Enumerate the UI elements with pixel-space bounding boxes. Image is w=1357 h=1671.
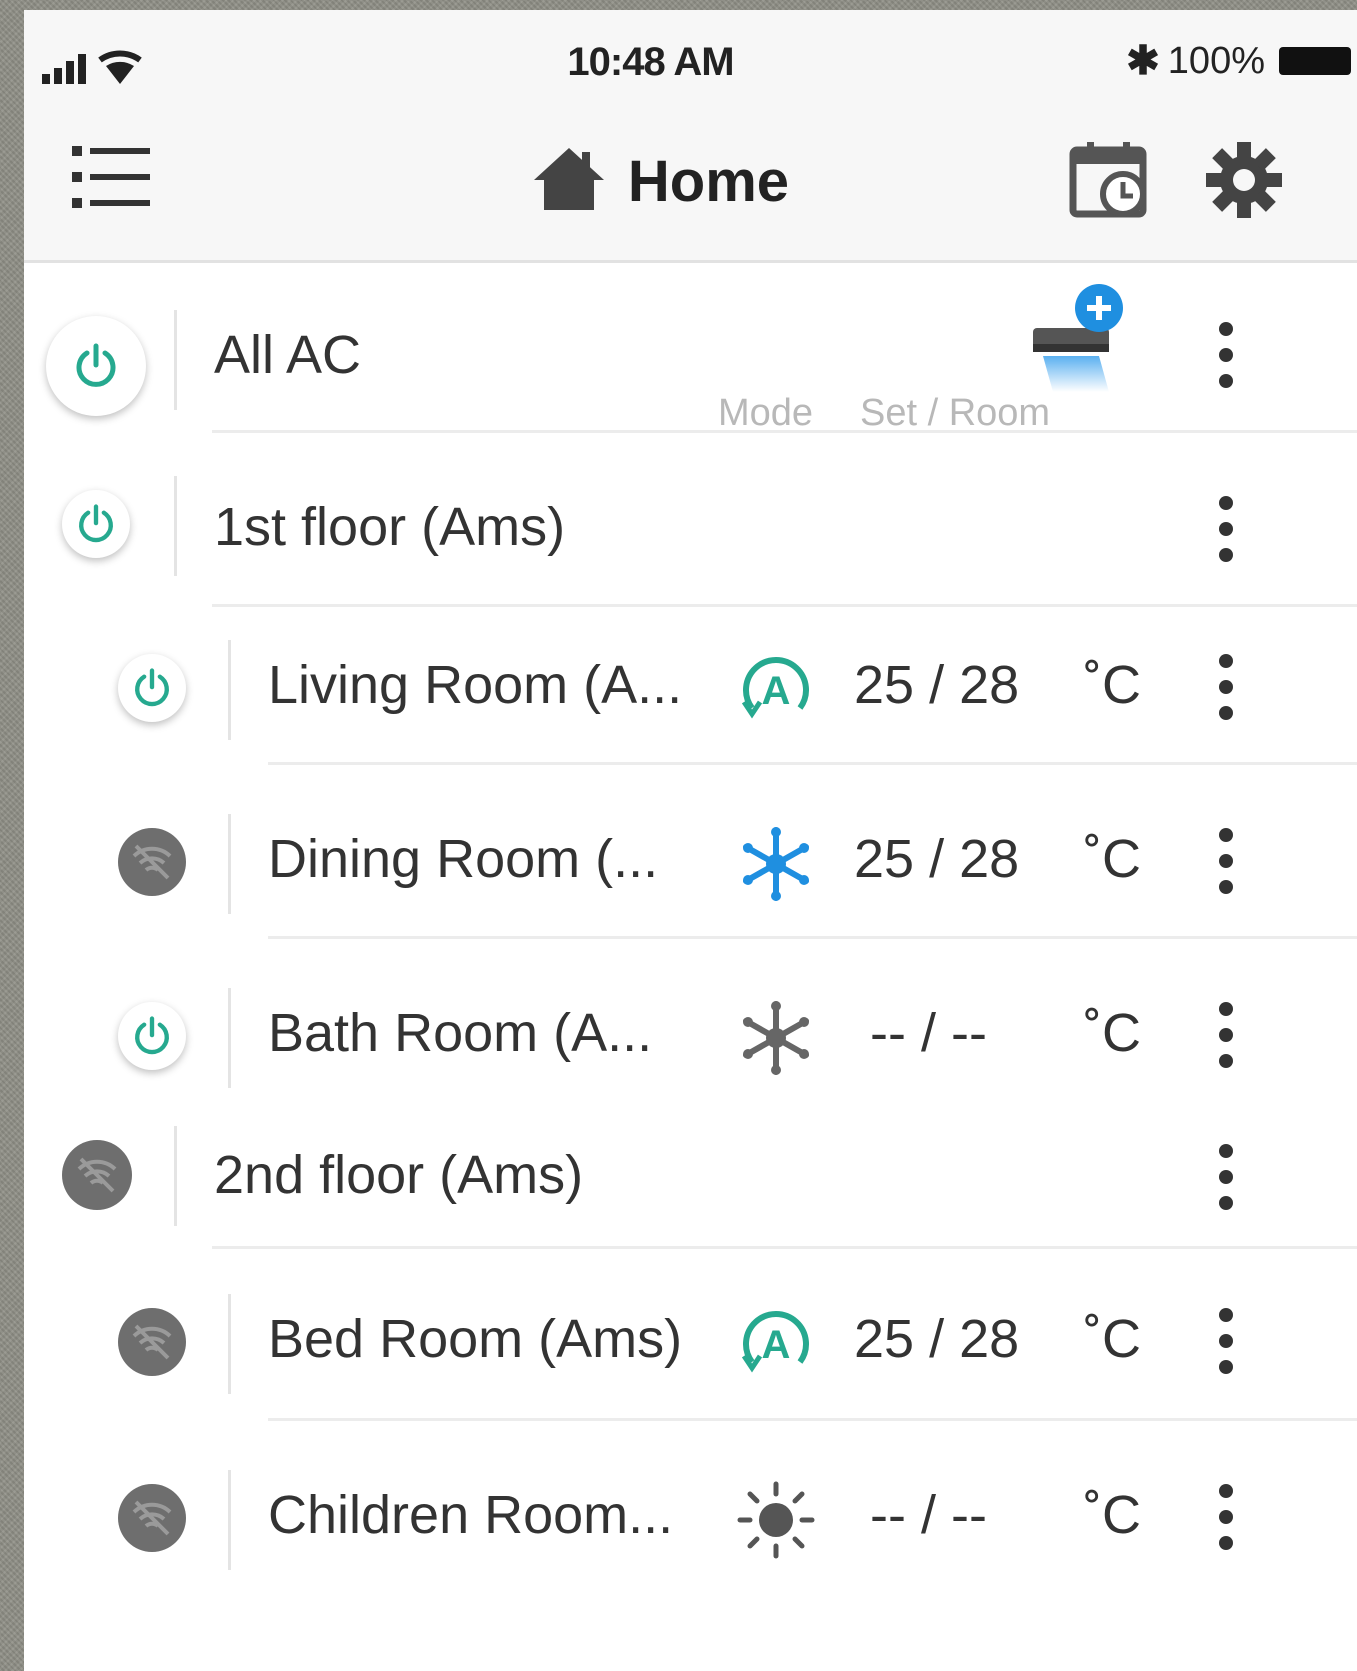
calendar-clock-icon[interactable] xyxy=(1069,140,1153,225)
battery-percent: 100% xyxy=(1167,39,1265,82)
status-bar: 10:48 AM ✱ 100% xyxy=(24,10,1357,100)
offline-indicator xyxy=(118,1308,186,1376)
temp-unit: ˚C xyxy=(1084,1003,1141,1063)
phone-screen: 10:48 AM ✱ 100% Home All AC Mode Set / R… xyxy=(24,10,1357,1671)
wifi-off-icon xyxy=(132,844,172,880)
temp-unit: ˚C xyxy=(1084,1309,1141,1369)
group-row[interactable]: 1st floor (Ams) xyxy=(24,440,1357,610)
power-icon xyxy=(135,1016,169,1055)
svg-text:A: A xyxy=(762,1323,791,1367)
room-row[interactable]: Children Room... -- / -- ˚C xyxy=(24,1444,1357,1614)
row-divider xyxy=(228,988,231,1088)
battery-icon xyxy=(1279,47,1351,75)
room-row[interactable]: Bed Room (Ams) A 25 / 28 ˚C xyxy=(24,1270,1357,1440)
room-temp: -- / -- xyxy=(870,1485,987,1545)
row-divider xyxy=(228,1294,231,1394)
row-separator xyxy=(268,936,1357,939)
temp-unit: ˚C xyxy=(1084,829,1141,889)
page-title: Home xyxy=(24,146,1357,217)
gear-icon[interactable] xyxy=(1204,140,1284,225)
row-divider xyxy=(174,1126,177,1226)
room-row[interactable]: Bath Room (A... -- / -- ˚C xyxy=(24,962,1357,1132)
room-power-button[interactable] xyxy=(118,654,186,722)
more-options-icon[interactable] xyxy=(1216,1308,1236,1386)
temp-unit: ˚C xyxy=(1084,655,1141,715)
auto-mode-icon: A xyxy=(738,1306,814,1387)
room-row[interactable]: Dining Room (... 25 / 28 ˚C xyxy=(24,788,1357,958)
offline-indicator xyxy=(62,1140,132,1210)
more-options-icon[interactable] xyxy=(1216,322,1236,400)
svg-text:A: A xyxy=(762,669,791,713)
power-icon xyxy=(135,668,169,707)
row-divider xyxy=(228,640,231,740)
room-temp: 25 / 28 xyxy=(854,829,1020,889)
row-separator xyxy=(268,1418,1357,1421)
room-label: Children Room... xyxy=(268,1485,674,1545)
more-options-icon[interactable] xyxy=(1216,1002,1236,1080)
room-temp: 25 / 28 xyxy=(854,655,1020,715)
all-ac-power-button[interactable] xyxy=(46,316,146,416)
room-temp: 25 / 28 xyxy=(854,1309,1020,1369)
room-power-button[interactable] xyxy=(118,1002,186,1070)
row-divider xyxy=(228,814,231,914)
row-separator xyxy=(212,1246,1357,1249)
bluetooth-icon: ✱ xyxy=(1126,39,1160,83)
more-options-icon[interactable] xyxy=(1216,1484,1236,1562)
room-temp: -- / -- xyxy=(870,1003,987,1063)
add-ac-icon[interactable] xyxy=(1029,282,1129,397)
snowflake-icon xyxy=(736,998,816,1083)
page-title-text: Home xyxy=(627,149,790,214)
power-icon xyxy=(79,504,113,543)
auto-mode-icon: A xyxy=(738,652,814,733)
all-ac-label: All AC xyxy=(214,325,362,385)
set-room-column-caption: Set / Room xyxy=(860,392,1051,434)
group-power-button[interactable] xyxy=(62,490,130,558)
group-label: 1st floor (Ams) xyxy=(214,497,566,557)
offline-indicator xyxy=(118,1484,186,1552)
row-divider xyxy=(228,1470,231,1570)
room-label: Living Room (A... xyxy=(268,655,683,715)
wifi-off-icon xyxy=(77,1157,117,1193)
all-ac-row[interactable]: All AC Mode Set / Room xyxy=(24,260,1357,440)
power-icon xyxy=(76,343,116,387)
wifi-off-icon xyxy=(132,1500,172,1536)
room-label: Dining Room (... xyxy=(268,829,659,889)
row-separator xyxy=(212,604,1357,607)
group-label: 2nd floor (Ams) xyxy=(214,1145,584,1205)
row-divider xyxy=(174,476,177,576)
more-options-icon[interactable] xyxy=(1216,1144,1236,1222)
sun-icon xyxy=(736,1480,816,1565)
row-divider xyxy=(174,310,177,410)
offline-indicator xyxy=(118,828,186,896)
more-options-icon[interactable] xyxy=(1216,654,1236,732)
room-label: Bath Room (A... xyxy=(268,1003,653,1063)
row-separator xyxy=(212,430,1357,433)
room-label: Bed Room (Ams) xyxy=(268,1309,683,1369)
mode-column-caption: Mode xyxy=(718,392,814,434)
nav-bar: Home xyxy=(24,100,1357,263)
temp-unit: ˚C xyxy=(1084,1485,1141,1545)
home-icon xyxy=(532,146,606,217)
more-options-icon[interactable] xyxy=(1216,828,1236,906)
room-row[interactable]: Living Room (A... A 25 / 28 ˚C xyxy=(24,614,1357,784)
row-separator xyxy=(268,762,1357,765)
status-right: ✱ 100% xyxy=(1126,38,1351,84)
more-options-icon[interactable] xyxy=(1216,496,1236,574)
wifi-off-icon xyxy=(132,1324,172,1360)
snowflake-icon xyxy=(736,824,816,909)
